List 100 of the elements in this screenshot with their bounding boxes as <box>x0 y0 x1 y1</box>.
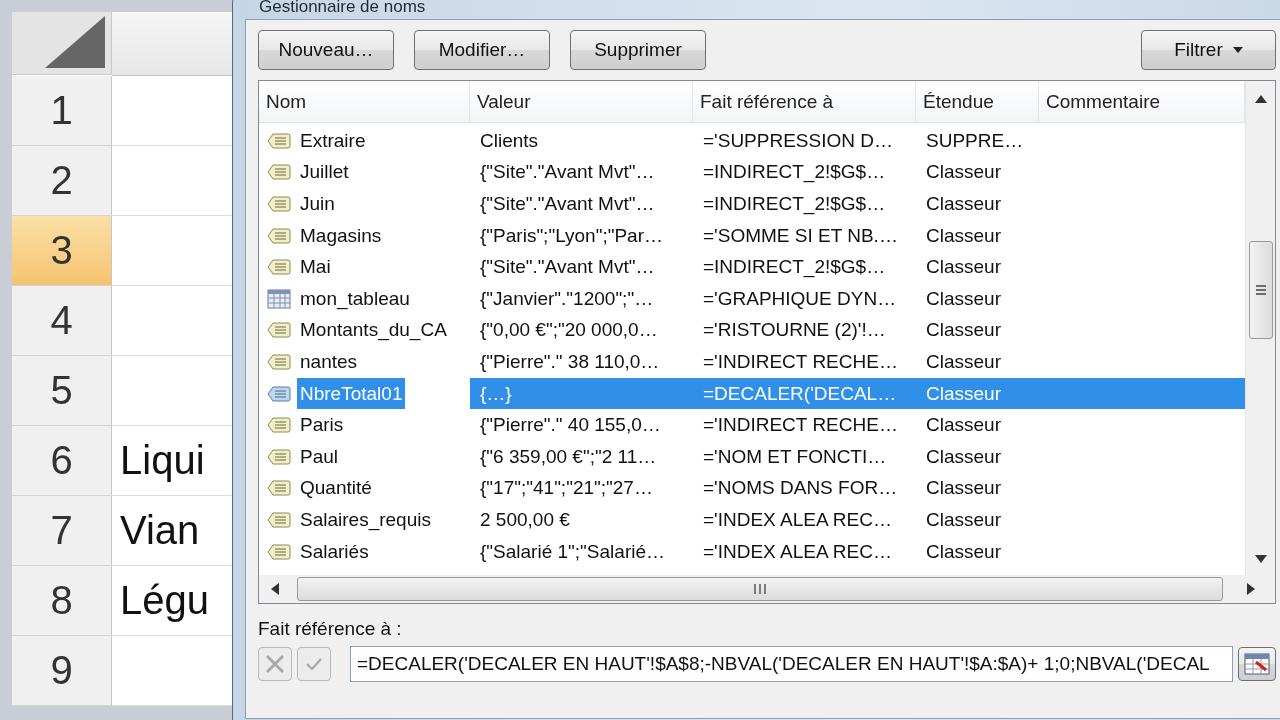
grip-icon <box>1254 285 1267 295</box>
check-icon <box>305 657 323 671</box>
row-header[interactable]: 6 <box>12 426 112 496</box>
grip-icon <box>754 583 766 595</box>
range-select-button[interactable] <box>1238 647 1276 681</box>
name-text: nantes <box>299 349 359 374</box>
name-text: mon_tableau <box>299 286 411 312</box>
row-header[interactable]: 7 <box>12 496 112 566</box>
cell-text: Légu <box>120 578 209 623</box>
field-label: Fait référence à : <box>258 618 403 640</box>
toolbar-button[interactable]: Nouveau… <box>258 30 394 70</box>
name-row[interactable]: Extraire Clients ='SUPPRESSION D… SUPPRE… <box>259 125 1245 157</box>
value-text: {"6 359,00 €";"2 11… <box>480 445 657 468</box>
row-header[interactable]: 4 <box>12 286 112 356</box>
caret-icon <box>1232 47 1243 53</box>
name-row[interactable]: Magasins {"Paris";"Lyon";"Par… ='SOMME SI ET NB.… Classeur <box>259 219 1245 252</box>
name-text: Montants_du_CA <box>299 318 448 343</box>
reference-text: ='INDIRECT RECHE… <box>703 414 898 437</box>
scope-text: Classeur <box>926 319 1001 342</box>
scope-text: Classeur <box>926 161 1001 184</box>
value-text: {"Salarié 1";"Salarié… <box>480 540 665 563</box>
name-tag-icon <box>267 416 291 435</box>
column-header[interactable]: Nom <box>259 81 470 122</box>
scroll-right-icon[interactable] <box>1247 583 1255 595</box>
value-text: {"17";"41";"21";"27… <box>480 477 653 500</box>
name-row[interactable]: Paris {"Pierre"." 40 155,0… ='INDIRECT RECHE… Classeur <box>259 409 1245 441</box>
column-header[interactable]: Valeur <box>470 81 693 122</box>
reference-text: ='SUPPRESSION D… <box>703 129 893 152</box>
scroll-down-icon[interactable] <box>1254 555 1267 563</box>
close-icon <box>264 653 286 675</box>
name-row[interactable]: nantes {"Pierre"." 38 110,0… ='INDIRECT RECHE… Classeur <box>259 346 1245 378</box>
row-header[interactable]: 2 <box>12 146 112 216</box>
cell-text: Liqui <box>120 438 205 483</box>
name-text: NbreTotal01 <box>297 377 406 410</box>
name-text: Mai <box>299 255 332 280</box>
name-row[interactable]: Paul {"6 359,00 €";"2 11… ='NOM ET FONCTI… Classeur <box>259 440 1245 473</box>
name-row[interactable]: Juin {"Site"."Avant Mvt"… =INDIRECT_2!$G$… Classeur <box>259 188 1245 220</box>
name-row[interactable]: Mai {"Site"."Avant Mvt"… =INDIRECT_2!$G$… Classeur <box>259 251 1245 283</box>
reference-text: ='NOM ET FONCTI… <box>703 445 887 468</box>
scope-text: SUPPRE… <box>926 129 1024 152</box>
scope-text: Classeur <box>926 445 1001 468</box>
name-text: Juin <box>299 192 336 216</box>
row-header[interactable]: 8 <box>12 566 112 636</box>
row-header[interactable]: 3 <box>12 216 112 286</box>
scope-text: Classeur <box>926 193 1001 215</box>
scroll-up-icon[interactable] <box>1254 95 1267 103</box>
value-text: {"Janvier"."1200";"… <box>480 287 654 310</box>
select-all-icon[interactable] <box>45 16 105 68</box>
cell-text: Vian <box>120 508 200 553</box>
name-tag-icon <box>267 195 291 213</box>
row-header[interactable]: 9 <box>12 636 112 706</box>
filter-button[interactable]: Filtrer <box>1141 30 1276 70</box>
name-tag-icon <box>267 479 291 498</box>
name-row[interactable]: Salariés {"Salarié 1";"Salarié… ='INDEX ALEA REC… Classeur <box>259 535 1245 568</box>
column-header[interactable]: Fait référence à <box>693 81 916 122</box>
column-header[interactable]: Étendue <box>916 81 1039 122</box>
value-text: {"Site"."Avant Mvt"… <box>480 256 655 279</box>
name-text: Juillet <box>299 160 350 185</box>
scope-text: Classeur <box>926 224 1001 247</box>
formula-field[interactable]: =DECALER('DECALER EN HAUT'!$A$8;-NBVAL('DECALER EN HAUT'!$A:$A)+ 1;0;NBVAL('DECAL <box>350 646 1233 682</box>
scope-text: Classeur <box>926 414 1001 437</box>
value-text: {"Paris";"Lyon";"Par… <box>480 224 663 247</box>
name-tag-icon <box>267 321 291 340</box>
value-text: {"0,00 €";"20 000,0… <box>480 319 658 342</box>
row-header[interactable]: 5 <box>12 356 112 426</box>
vertical-scrollbar[interactable] <box>1245 81 1275 575</box>
name-tag-icon <box>267 258 291 277</box>
reference-text: =INDIRECT_2!$G$… <box>703 256 886 279</box>
name-text: Salariés <box>299 539 370 564</box>
value-text: {"Pierre"." 38 110,0… <box>480 350 660 373</box>
value-text: 2 500,00 € <box>480 508 570 531</box>
scope-text: Classeur <box>926 540 1001 563</box>
row-header[interactable]: 1 <box>12 76 112 146</box>
name-row[interactable]: Montants_du_CA {"0,00 €";"20 000,0… ='RISTOURNE (2)'!… Classeur <box>259 314 1245 347</box>
scroll-left-icon[interactable] <box>271 583 279 595</box>
name-row[interactable]: Salaires_requis 2 500,00 € ='INDEX ALEA REC… Classeur <box>259 504 1245 536</box>
toolbar-button[interactable]: Supprimer <box>570 30 706 70</box>
reference-text: =INDIRECT_2!$G$… <box>703 161 886 184</box>
name-text: Paul <box>299 444 340 469</box>
scope-text: Classeur <box>926 382 1001 405</box>
value-text: {"Pierre"." 40 155,0… <box>480 414 661 437</box>
scroll-thumb[interactable] <box>1248 241 1273 339</box>
toolbar-button[interactable]: Modifier… <box>414 30 550 70</box>
scope-text: Classeur <box>926 350 1001 373</box>
reference-text: ='RISTOURNE (2)'!… <box>703 319 886 342</box>
name-tag-icon <box>267 131 291 150</box>
value-text: Clients <box>480 129 539 152</box>
name-tag-icon <box>267 542 291 561</box>
reference-text: ='GRAPHIQUE DYN… <box>703 287 897 310</box>
scroll-thumb[interactable] <box>297 577 1223 601</box>
name-row[interactable]: Juillet {"Site"."Avant Mvt"… =INDIRECT_2!$G$… Classeur <box>259 156 1245 189</box>
name-row[interactable]: Quantité {"17";"41";"21";"27… ='NOMS DANS FOR… Classeur <box>259 472 1245 505</box>
name-tag-icon <box>267 384 291 403</box>
reference-text: ='INDIRECT RECHE… <box>703 350 898 373</box>
name-row[interactable]: mon_tableau {"Janvier"."1200";"… ='GRAPHIQUE DYN… Classeur <box>259 282 1245 315</box>
scope-text: Classeur <box>926 477 1001 500</box>
reference-text: ='INDEX ALEA REC… <box>703 508 892 531</box>
horizontal-scrollbar[interactable] <box>259 575 1275 603</box>
scope-text: Classeur <box>926 256 1001 279</box>
name-tag-icon <box>267 510 291 529</box>
